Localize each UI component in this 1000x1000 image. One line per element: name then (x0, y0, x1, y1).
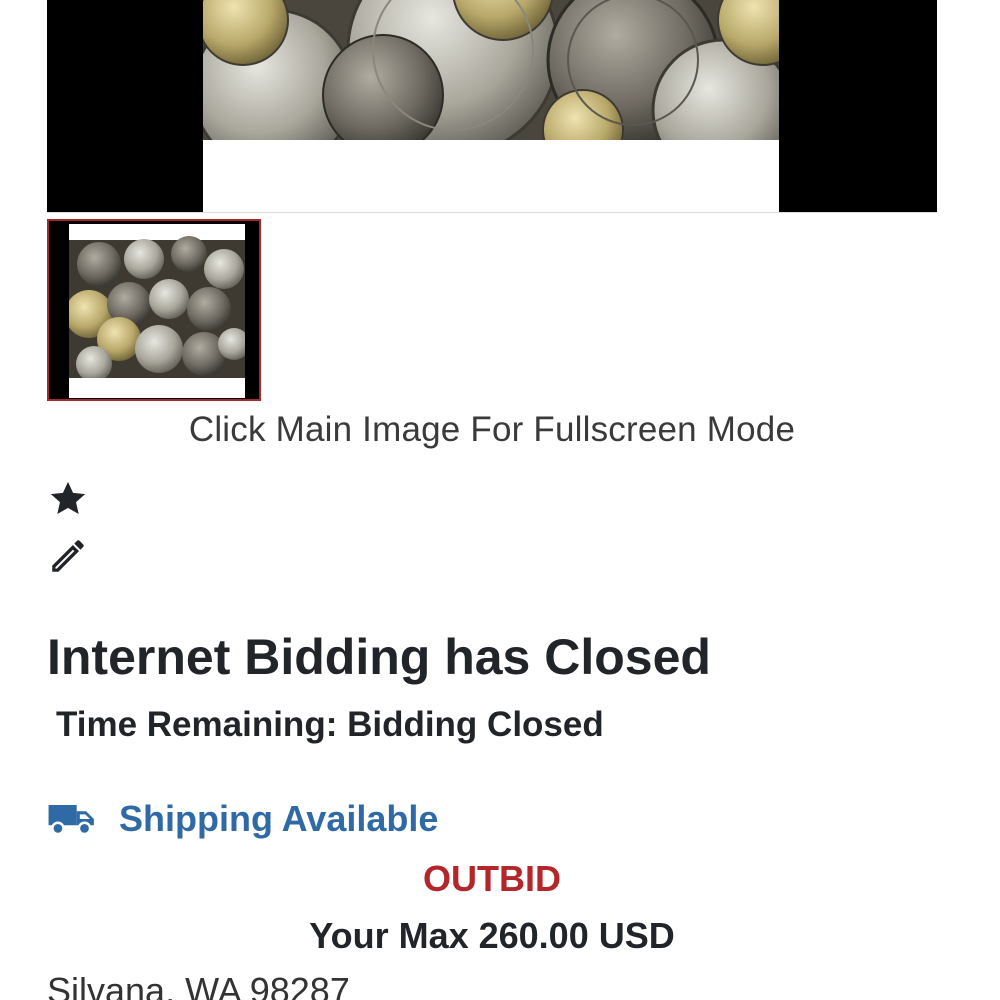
coins-thumbnail-image (69, 224, 245, 398)
add-note-button[interactable] (47, 535, 89, 577)
shipping-label: Shipping Available (119, 798, 439, 839)
truck-icon (48, 804, 94, 836)
watchlist-star-button[interactable] (47, 478, 89, 520)
coins-image (203, 0, 779, 212)
outbid-status: OUTBID (423, 858, 561, 899)
lot-location: Silvana, WA 98287 (47, 970, 350, 1000)
lot-detail-page: Click Main Image For Fullscreen Mode Int… (0, 0, 1000, 1000)
main-photo[interactable] (203, 0, 779, 212)
thumbnail-photo (69, 224, 245, 398)
your-max-bid: Your Max 260.00 USD (309, 915, 675, 956)
star-icon (50, 481, 86, 515)
thumbnail-selected[interactable] (47, 219, 261, 401)
image-divider (47, 212, 937, 213)
pencil-icon (52, 540, 84, 572)
bidding-status-title: Internet Bidding has Closed (47, 629, 711, 685)
fullscreen-hint: Click Main Image For Fullscreen Mode (188, 410, 796, 449)
main-image-viewer[interactable] (47, 0, 937, 212)
shipping-available-link[interactable]: Shipping Available (47, 798, 438, 840)
time-remaining: Time Remaining: Bidding Closed (56, 705, 604, 744)
